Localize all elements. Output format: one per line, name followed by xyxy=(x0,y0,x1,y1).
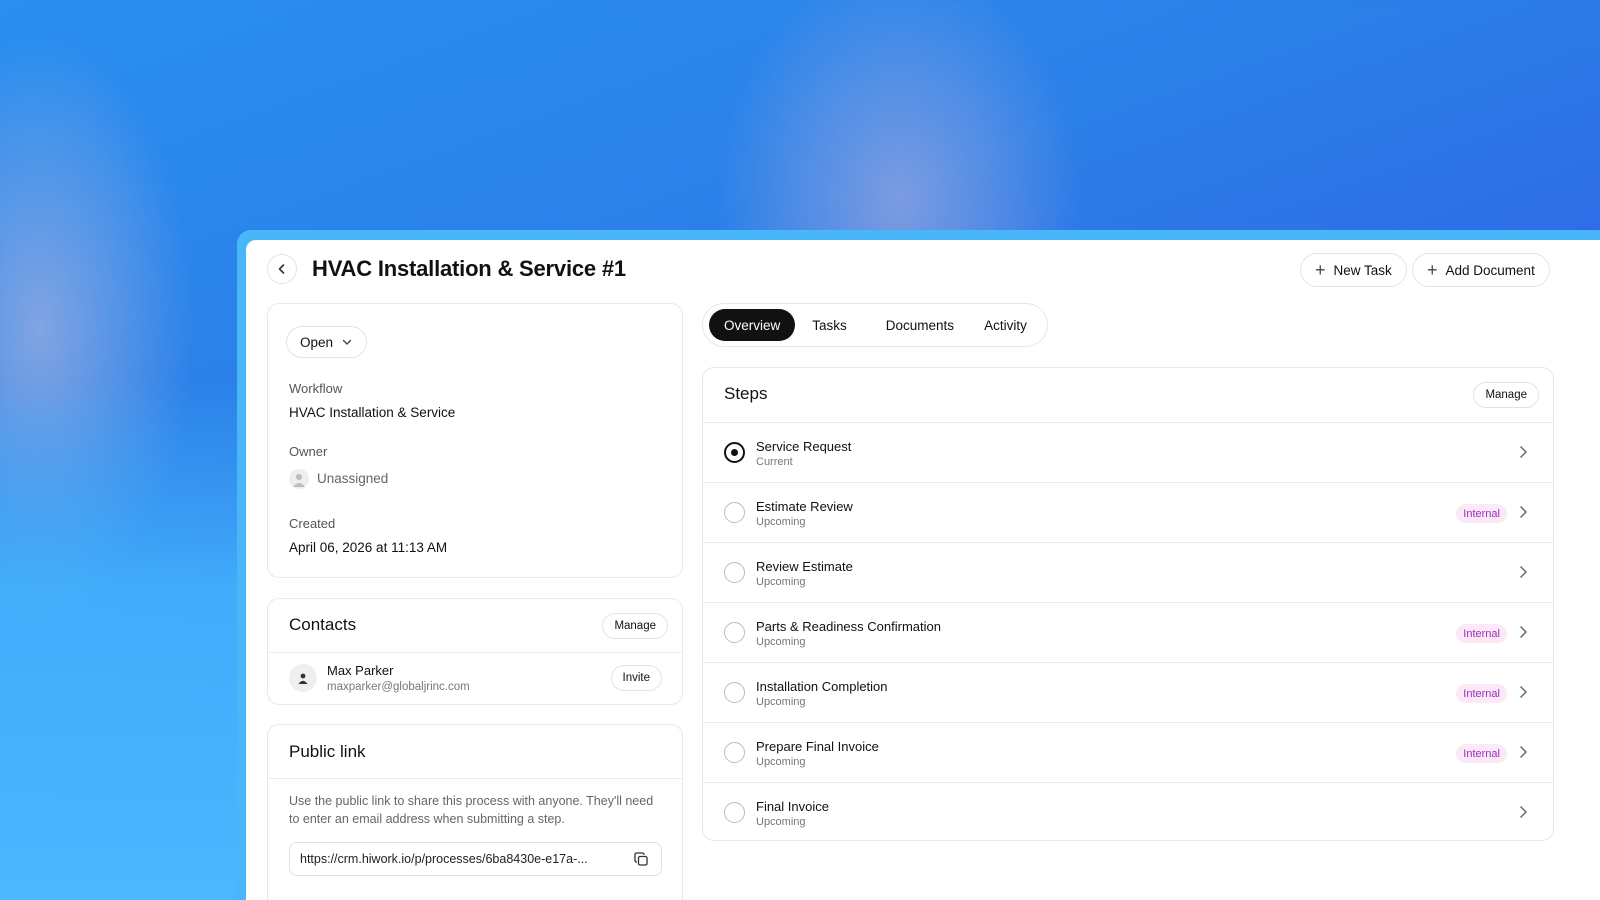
details-card: Open Workflow HVAC Installation & Servic… xyxy=(267,303,683,578)
internal-badge: Internal xyxy=(1456,504,1507,523)
step-name: Final Invoice xyxy=(756,799,829,814)
chevron-right-icon xyxy=(1520,686,1527,698)
created-label: Created xyxy=(289,516,336,531)
internal-badge: Internal xyxy=(1456,624,1507,643)
status-value: Open xyxy=(300,334,334,350)
public-link-field[interactable]: https://crm.hiwork.io/p/processes/6ba843… xyxy=(289,842,662,876)
workflow-value: HVAC Installation & Service xyxy=(289,405,456,420)
step-row[interactable]: Prepare Final Invoice Upcoming Internal xyxy=(703,722,1553,782)
divider xyxy=(268,778,682,779)
internal-badge: Internal xyxy=(1456,744,1507,763)
step-name: Review Estimate xyxy=(756,559,853,574)
step-row[interactable]: Installation Completion Upcoming Interna… xyxy=(703,662,1553,722)
step-status: Upcoming xyxy=(756,816,806,828)
tab-activity[interactable]: Activity xyxy=(969,309,1042,341)
divider xyxy=(268,652,682,653)
step-current-indicator xyxy=(724,442,745,463)
page-title: HVAC Installation & Service #1 xyxy=(312,256,626,281)
chevron-right-icon xyxy=(1520,446,1527,458)
contacts-card: Contacts Manage Max Parker maxparker@glo… xyxy=(267,598,683,705)
step-status: Upcoming xyxy=(756,636,806,648)
contacts-title: Contacts xyxy=(289,615,357,634)
step-name: Parts & Readiness Confirmation xyxy=(756,619,941,634)
step-status: Upcoming xyxy=(756,696,806,708)
chevron-right-icon xyxy=(1520,626,1527,638)
public-link-card: Public link Use the public link to share… xyxy=(267,724,683,900)
step-row[interactable]: Review Estimate Upcoming xyxy=(703,542,1553,602)
step-row[interactable]: Service Request Current xyxy=(703,422,1553,482)
copy-icon[interactable] xyxy=(634,852,649,870)
internal-badge: Internal xyxy=(1456,684,1507,703)
plus-icon: + xyxy=(1427,260,1438,280)
step-indicator xyxy=(724,802,745,823)
tab-documents[interactable]: Documents xyxy=(871,309,969,341)
step-row[interactable]: Final Invoice Upcoming xyxy=(703,782,1553,842)
step-name: Installation Completion xyxy=(756,679,888,694)
steps-manage-button[interactable]: Manage xyxy=(1473,382,1539,408)
step-status: Upcoming xyxy=(756,516,806,528)
chevron-right-icon xyxy=(1520,806,1527,818)
step-indicator xyxy=(724,682,745,703)
background-glow xyxy=(0,380,260,900)
step-indicator xyxy=(724,622,745,643)
contact-name: Max Parker xyxy=(327,663,394,678)
chevron-right-icon xyxy=(1520,746,1527,758)
status-dropdown[interactable]: Open xyxy=(286,326,368,358)
workflow-label: Workflow xyxy=(289,381,343,396)
chevron-down-icon xyxy=(342,339,352,345)
step-name: Service Request xyxy=(756,439,852,454)
chevron-right-icon xyxy=(1520,506,1527,518)
step-indicator xyxy=(724,742,745,763)
user-icon xyxy=(298,673,308,684)
step-row[interactable]: Estimate Review Upcoming Internal xyxy=(703,482,1553,542)
contact-email: maxparker@globaljrinc.com xyxy=(327,681,470,693)
step-name: Estimate Review xyxy=(756,499,853,514)
tab-overview[interactable]: Overview xyxy=(709,309,796,341)
steps-card: Steps Manage Service Request Current Est… xyxy=(702,367,1554,841)
tab-tasks[interactable]: Tasks xyxy=(797,309,862,341)
owner-value[interactable]: Unassigned xyxy=(317,471,388,486)
step-indicator xyxy=(724,502,745,523)
new-task-button[interactable]: + New Task xyxy=(1300,253,1407,287)
public-link-description: Use the public link to share this proces… xyxy=(289,794,654,826)
public-link-url: https://crm.hiwork.io/p/processes/6ba843… xyxy=(300,852,588,866)
step-status: Upcoming xyxy=(756,576,806,588)
step-indicator xyxy=(724,562,745,583)
new-task-label: New Task xyxy=(1333,262,1392,278)
chevron-right-icon xyxy=(1520,566,1527,578)
user-icon xyxy=(289,469,309,489)
add-document-button[interactable]: + Add Document xyxy=(1412,253,1550,287)
back-button[interactable] xyxy=(267,254,297,284)
avatar xyxy=(289,664,317,692)
step-row[interactable]: Parts & Readiness Confirmation Upcoming … xyxy=(703,602,1553,662)
process-window: HVAC Installation & Service #1 + New Tas… xyxy=(246,240,1600,900)
contacts-manage-button[interactable]: Manage xyxy=(602,613,668,639)
step-status: Upcoming xyxy=(756,756,806,768)
public-link-title: Public link xyxy=(289,742,366,761)
step-status: Current xyxy=(756,456,793,468)
created-value: April 06, 2026 at 11:13 AM xyxy=(289,540,448,555)
steps-title: Steps xyxy=(724,384,768,403)
chevron-left-icon xyxy=(278,264,285,274)
add-document-label: Add Document xyxy=(1445,262,1535,278)
invite-button[interactable]: Invite xyxy=(610,665,662,691)
step-name: Prepare Final Invoice xyxy=(756,739,879,754)
plus-icon: + xyxy=(1315,260,1326,280)
owner-label: Owner xyxy=(289,444,328,459)
tab-bar: Overview Tasks Documents Activity xyxy=(702,303,1048,347)
